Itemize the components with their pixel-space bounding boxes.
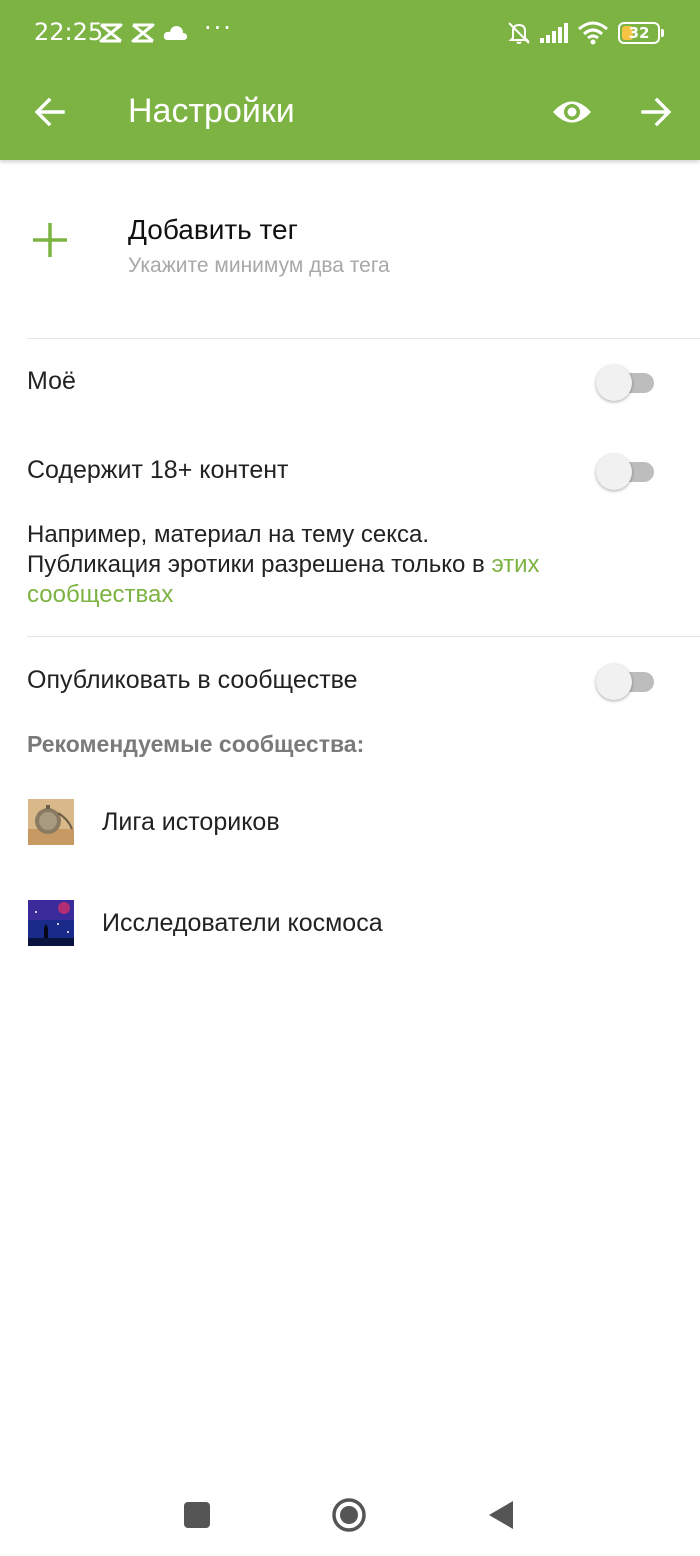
- status-more-indicator: ···: [204, 14, 233, 42]
- community-avatar: [28, 900, 74, 946]
- battery-level: 32: [628, 24, 650, 42]
- mine-setting-label: Моё: [27, 367, 76, 395]
- bell-muted-icon: [508, 22, 530, 44]
- recent-apps-button[interactable]: [172, 1490, 222, 1540]
- community-name: Лига историков: [102, 808, 280, 836]
- recommended-communities-title: Рекомендуемые сообщества:: [27, 731, 365, 757]
- adult-note-line2: Публикация эротики разрешена только в: [27, 551, 492, 578]
- battery-icon: 32: [618, 22, 660, 44]
- back-icon: [489, 1501, 513, 1529]
- publish-community-toggle[interactable]: [596, 662, 656, 702]
- adult-content-label: Содержит 18+ контент: [27, 456, 289, 484]
- community-name: Исследователи космоса: [102, 909, 383, 937]
- app-bar: 22:25 ··· 32 Настройки: [0, 0, 700, 160]
- add-tag-label: Добавить тег: [128, 214, 298, 245]
- next-button[interactable]: [632, 88, 680, 136]
- home-button[interactable]: [324, 1490, 374, 1540]
- adult-content-row[interactable]: Содержит 18+ контент: [0, 432, 700, 512]
- community-avatar: [28, 799, 74, 845]
- toggle-thumb: [596, 664, 632, 700]
- battery-tip: [661, 29, 664, 37]
- adult-content-toggle[interactable]: [596, 452, 656, 492]
- plus-icon: [33, 223, 67, 257]
- back-button[interactable]: [26, 88, 74, 136]
- community-item[interactable]: Исследователи космоса: [0, 883, 700, 963]
- status-bar: 22:25 ··· 32: [0, 0, 700, 66]
- preview-button[interactable]: [548, 88, 596, 136]
- community-item[interactable]: Лига историков: [0, 782, 700, 862]
- adult-content-note: Например, материал на тему секса. Публик…: [27, 520, 627, 610]
- signal-icon: [540, 23, 568, 43]
- capcut-icon: [99, 23, 123, 43]
- mine-toggle[interactable]: [596, 363, 656, 403]
- mine-setting-row[interactable]: Моё: [0, 343, 700, 423]
- toggle-thumb: [596, 454, 632, 490]
- add-tag-hint: Укажите минимум два тега: [128, 254, 390, 277]
- arrow-left-icon: [34, 97, 65, 127]
- arrow-right-icon: [641, 97, 672, 127]
- system-back-button[interactable]: [476, 1490, 526, 1540]
- home-icon: [332, 1498, 366, 1532]
- capcut-icon: [131, 23, 155, 43]
- cloud-icon: [163, 26, 187, 40]
- divider: [27, 338, 700, 339]
- page-title: Настройки: [128, 92, 295, 130]
- adult-note-line1: Например, материал на тему секса.: [27, 521, 430, 548]
- status-time: 22:25: [34, 18, 104, 46]
- publish-community-row[interactable]: Опубликовать в сообществе: [0, 642, 700, 722]
- add-tag-button[interactable]: Добавить тег Укажите минимум два тега: [0, 190, 700, 300]
- eye-icon: [553, 101, 591, 123]
- wifi-icon: [578, 21, 608, 45]
- system-nav-bar: [0, 1470, 700, 1556]
- divider: [27, 636, 700, 637]
- recent-apps-icon: [184, 1502, 210, 1528]
- toggle-thumb: [596, 365, 632, 401]
- publish-community-label: Опубликовать в сообществе: [27, 666, 358, 694]
